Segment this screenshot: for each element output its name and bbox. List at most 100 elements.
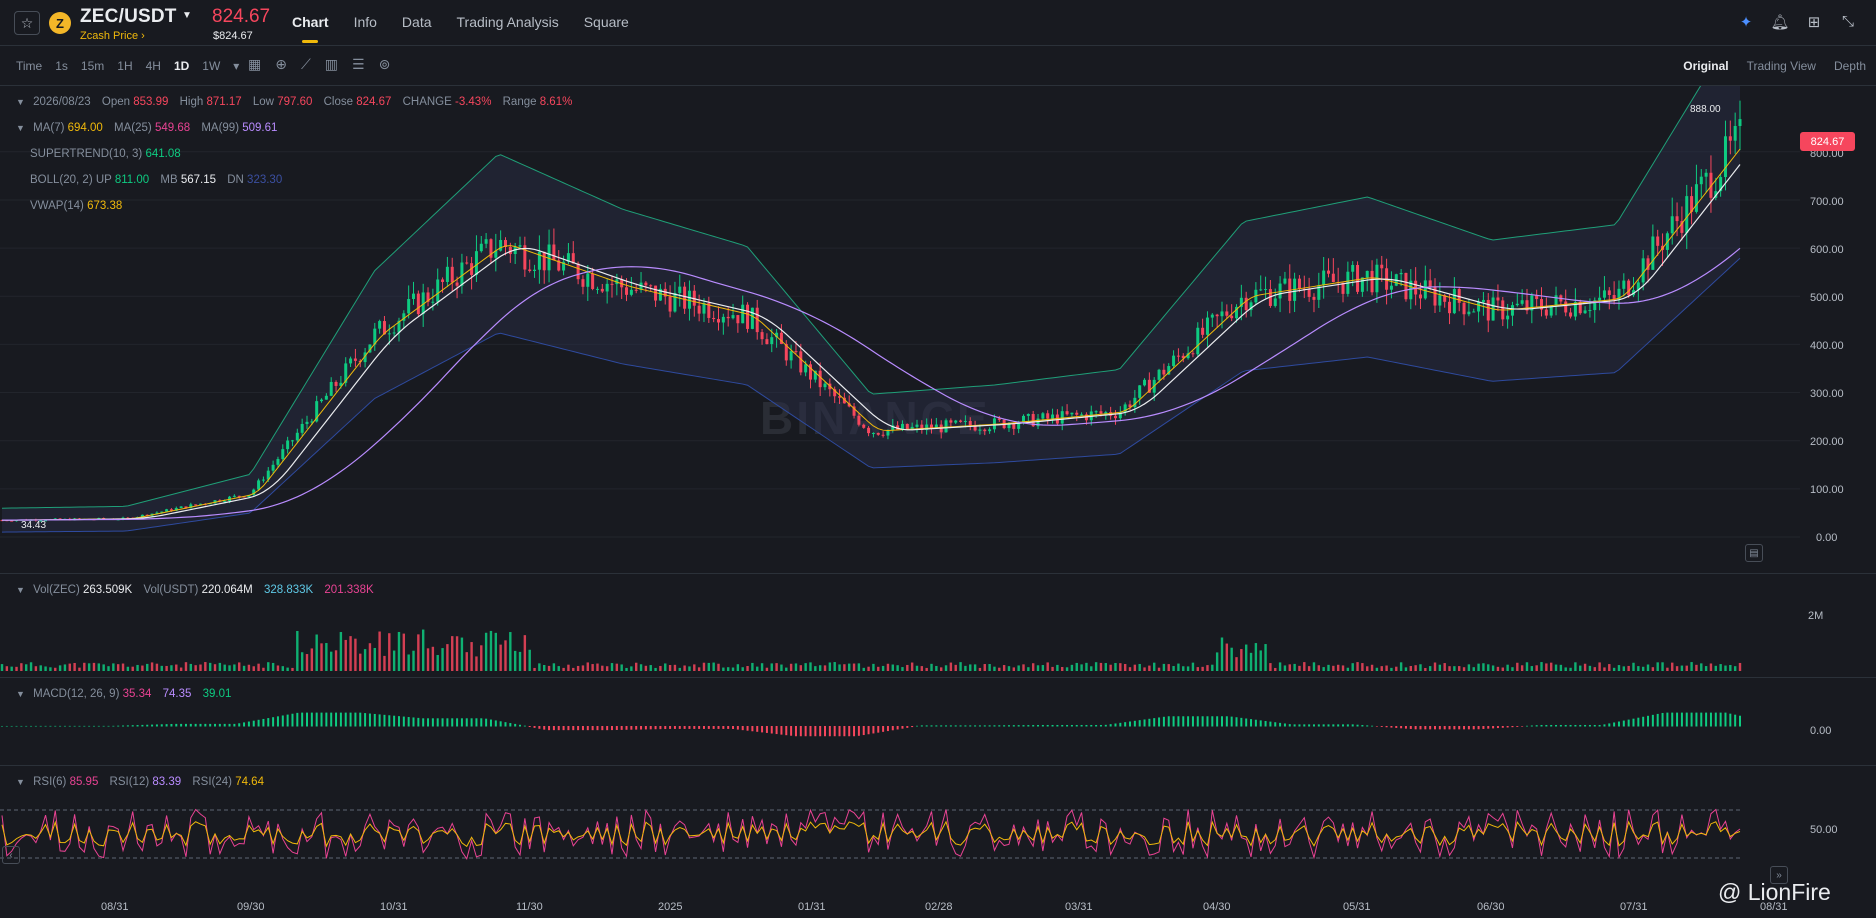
candle	[591, 273, 595, 289]
last-price-usd: $824.67	[213, 30, 253, 42]
volume-bar	[775, 663, 778, 671]
crosshair-icon[interactable]: ⊕	[275, 56, 287, 73]
calendar-icon[interactable]: ▦	[248, 56, 261, 73]
volume-bar	[407, 654, 410, 671]
volume-bar	[1312, 662, 1316, 671]
view-original[interactable]: Original	[1683, 59, 1728, 73]
collapse-chevron-icon[interactable]: ▼	[16, 689, 25, 699]
pair-selector[interactable]: ZEC/USDT	[80, 6, 177, 28]
macd-bar	[1293, 724, 1296, 727]
candle	[673, 293, 677, 312]
collapse-icon[interactable]: ⤡	[1838, 13, 1858, 31]
tab-info[interactable]: Info	[354, 14, 377, 30]
macd-bar	[799, 726, 802, 737]
tab-trading-analysis[interactable]: Trading Analysis	[457, 14, 559, 30]
volume-bar	[34, 666, 38, 671]
macd-bar	[1443, 726, 1446, 730]
volume-pane[interactable]: ▼ Vol(ZEC) 263.509K Vol(USDT) 220.064M 3…	[0, 574, 1876, 678]
volume-bar	[310, 648, 314, 671]
macd-bar	[1463, 726, 1466, 730]
ai-sparkle-icon[interactable]: ✦	[1736, 13, 1756, 31]
volume-bar	[528, 649, 531, 671]
macd-bar	[1506, 726, 1509, 728]
rsi-pane[interactable]: ▼ RSI(6) 85.95 RSI(12) 83.39 RSI(24) 74.…	[0, 766, 1876, 896]
candle	[1627, 280, 1631, 296]
macd-bar	[693, 726, 696, 729]
candle	[378, 321, 382, 329]
view-depth[interactable]: Depth	[1834, 59, 1866, 73]
settings-icon[interactable]: ☰	[352, 56, 365, 73]
macd-bar	[126, 725, 129, 727]
volume-bar	[513, 650, 517, 671]
volume-bar	[770, 663, 773, 671]
volume-bar	[73, 662, 76, 671]
macd-bar	[1177, 716, 1180, 727]
candle	[1244, 297, 1248, 311]
timeframe-1d[interactable]: 1D	[174, 59, 189, 73]
volume-bar	[417, 634, 420, 671]
volume-bar	[20, 663, 23, 671]
layout-grid-icon[interactable]: ⊞	[1804, 13, 1824, 31]
candle	[1172, 355, 1176, 367]
collapse-chevron-icon[interactable]: ▼	[16, 97, 25, 107]
volume-bar	[233, 664, 236, 671]
collapse-chevron-icon[interactable]: ▼	[16, 777, 25, 787]
volume-bar	[54, 667, 57, 671]
layers-icon[interactable]: ⊚	[379, 56, 391, 73]
timeframe-time[interactable]: Time	[16, 59, 42, 73]
time-axis-label: 11/30	[516, 901, 543, 913]
timeframe-more-chevron-icon[interactable]: ▾	[233, 59, 239, 73]
timeframe-1s[interactable]: 1s	[55, 59, 68, 73]
candle	[1099, 411, 1103, 414]
volume-bar	[1501, 667, 1504, 671]
macd-bar	[368, 713, 371, 727]
macd-bar	[707, 726, 710, 729]
candle	[794, 351, 798, 353]
tab-data[interactable]: Data	[402, 14, 432, 30]
price-axis-label: 100.00	[1810, 484, 1844, 496]
time-axis-label: 05/31	[1343, 901, 1371, 913]
view-trading-view[interactable]: Trading View	[1747, 59, 1816, 73]
macd-bar	[819, 726, 822, 737]
macd-bar	[1012, 725, 1015, 727]
scroll-left-icon[interactable]: ‹	[2, 846, 20, 864]
tab-chart[interactable]: Chart	[292, 14, 329, 43]
indicator-icon[interactable]: ⟋	[301, 56, 311, 73]
timeframe-15m[interactable]: 15m	[81, 59, 104, 73]
price-chart[interactable]	[0, 86, 1876, 574]
volume-bar	[426, 648, 430, 671]
candle	[605, 283, 609, 292]
chevron-down-icon[interactable]: ▼	[182, 10, 192, 21]
rsi-chart[interactable]	[0, 766, 1876, 896]
volume-bar	[925, 667, 928, 671]
candle	[1283, 278, 1287, 284]
data-table-icon[interactable]: ▤	[1745, 544, 1763, 562]
tab-square[interactable]: Square	[584, 14, 629, 30]
volume-bar	[1031, 663, 1035, 671]
coin-price-link[interactable]: Zcash Price ›	[80, 30, 145, 42]
macd-bar	[1003, 725, 1006, 727]
macd-bar	[654, 726, 657, 730]
macd-bar	[1308, 724, 1311, 727]
macd-chart[interactable]	[0, 678, 1876, 766]
star-icon[interactable]: ☆	[14, 11, 40, 35]
macd-pane[interactable]: ▼ MACD(12, 26, 9) 35.34 74.35 39.01 0.00	[0, 678, 1876, 766]
volume-bar	[726, 667, 730, 671]
price-pane[interactable]: BINANCE ▼ 2026/08/23 Open 853.99 High 87…	[0, 86, 1876, 574]
candle-type-icon[interactable]: ▥	[325, 56, 338, 73]
bell-icon[interactable]: 🔔︎	[1770, 13, 1790, 31]
candle	[1162, 369, 1166, 375]
candle	[1481, 299, 1485, 303]
macd-bar	[1066, 724, 1069, 727]
volume-bar	[1540, 662, 1543, 671]
volume-bar	[998, 667, 1001, 671]
collapse-chevron-icon[interactable]: ▼	[16, 585, 25, 595]
volume-bar	[978, 667, 982, 671]
timeframe-1w[interactable]: 1W	[202, 59, 220, 73]
collapse-chevron-icon[interactable]: ▼	[16, 123, 25, 133]
macd-bar	[790, 726, 793, 736]
macd-bar	[228, 723, 231, 727]
timeframe-1h[interactable]: 1H	[117, 59, 132, 73]
candle	[276, 459, 280, 465]
timeframe-4h[interactable]: 4H	[146, 59, 161, 73]
